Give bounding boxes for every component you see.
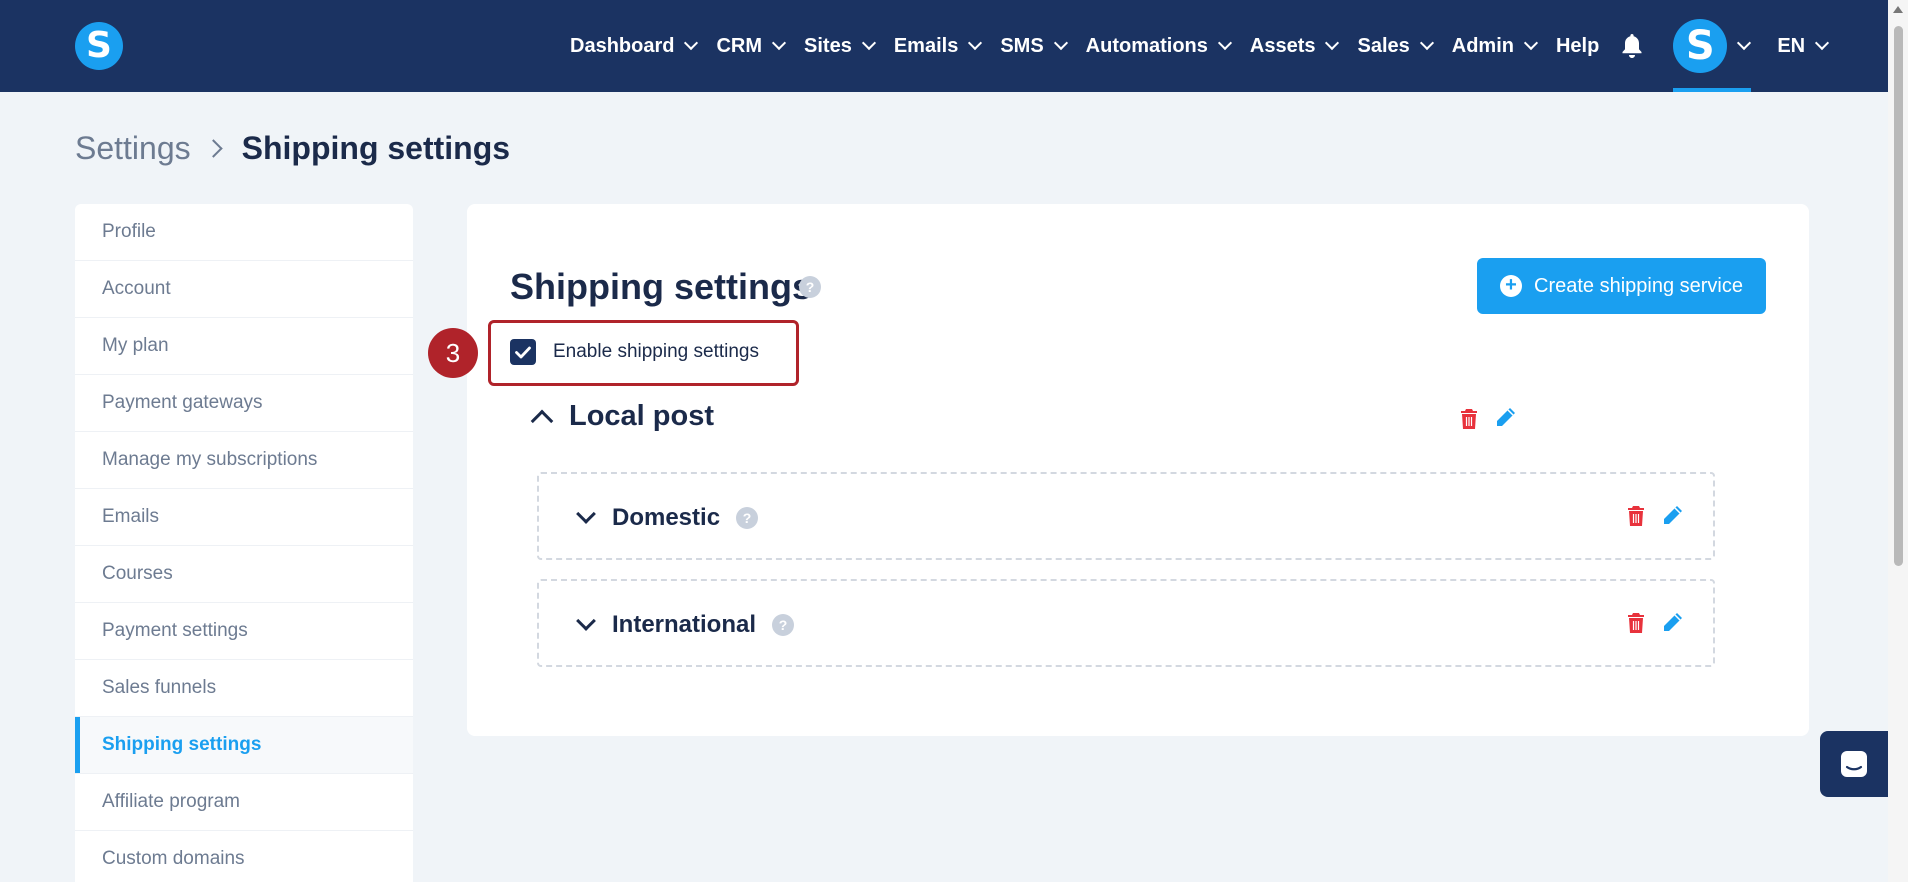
sidebar-item-shipping-settings[interactable]: Shipping settings: [75, 717, 413, 774]
active-indicator: [1673, 88, 1752, 92]
nav-help-label: Help: [1555, 34, 1600, 57]
zone-card-international: International ?: [537, 579, 1715, 667]
breadcrumb: Settings Shipping settings: [75, 130, 510, 167]
chevron-down-icon: [1523, 35, 1539, 51]
nav-admin[interactable]: Admin: [1451, 34, 1539, 58]
page-title: Shipping settings: [241, 130, 511, 166]
pencil-icon[interactable]: [1659, 501, 1687, 529]
bell-icon[interactable]: [1619, 31, 1645, 61]
zone-card-domestic: Domestic ?: [537, 472, 1715, 560]
sidebar-item-custom-domains[interactable]: Custom domains: [75, 831, 413, 882]
zone-header-international[interactable]: International ?: [576, 581, 795, 669]
shipping-group-name: Local post: [569, 400, 715, 432]
plus-circle-icon: +: [1500, 275, 1522, 297]
nav-sites-label: Sites: [804, 34, 852, 57]
nav-dashboard-label: Dashboard: [570, 34, 675, 57]
sidebar-item-my-plan[interactable]: My plan: [75, 318, 413, 375]
nav-assets[interactable]: Assets: [1249, 34, 1340, 58]
nav-sales-label: Sales: [1357, 34, 1410, 57]
nav-admin-label: Admin: [1451, 34, 1514, 57]
breadcrumb-parent[interactable]: Settings: [75, 130, 191, 167]
sidebar-item-account[interactable]: Account: [75, 261, 413, 318]
nav-emails-label: Emails: [893, 34, 959, 57]
chevron-down-icon: [576, 611, 596, 631]
chevron-right-icon: [203, 139, 223, 158]
trash-icon[interactable]: [1455, 405, 1483, 433]
help-icon[interactable]: ?: [772, 614, 795, 636]
avatar: S: [1673, 19, 1728, 73]
chevron-down-icon: [1217, 35, 1232, 51]
create-shipping-service-button[interactable]: + Create shipping service: [1477, 258, 1766, 314]
chat-widget-button[interactable]: [1820, 731, 1888, 797]
chevron-down-icon: [861, 35, 876, 51]
zone-name-domestic: Domestic: [612, 504, 721, 531]
shipping-group-header[interactable]: Local post: [530, 400, 715, 433]
nav-help[interactable]: Help: [1556, 35, 1599, 58]
settings-sidebar: Profile Account My plan Payment gateways…: [75, 204, 413, 882]
sidebar-item-sales-funnels[interactable]: Sales funnels: [75, 660, 413, 717]
nav-automations[interactable]: Automations: [1085, 34, 1232, 58]
help-icon[interactable]: ?: [736, 507, 759, 529]
step-highlight-outline: [488, 320, 799, 386]
zone-header-domestic[interactable]: Domestic ?: [576, 474, 759, 562]
nav-dashboard[interactable]: Dashboard: [570, 34, 699, 58]
sidebar-item-emails[interactable]: Emails: [75, 489, 413, 546]
nav-automations-label: Automations: [1085, 34, 1208, 57]
trash-icon[interactable]: [1622, 502, 1650, 530]
pencil-icon[interactable]: [1492, 403, 1520, 431]
scroll-up-arrow-icon[interactable]: [1893, 6, 1903, 13]
zone-name-international: International: [612, 611, 757, 638]
chevron-down-icon: [771, 35, 787, 51]
main-nav: Dashboard CRM Sites Emails SMS Automatio…: [570, 0, 1847, 92]
sidebar-item-affiliate-program[interactable]: Affiliate program: [75, 774, 413, 831]
user-menu[interactable]: S: [1673, 0, 1752, 92]
chat-icon: [1841, 751, 1867, 777]
chevron-down-icon: [968, 35, 983, 51]
chevron-down-icon: [1419, 35, 1434, 51]
nav-sites[interactable]: Sites: [804, 34, 876, 58]
create-shipping-service-label: Create shipping service: [1534, 274, 1743, 297]
chevron-up-icon: [530, 409, 554, 432]
card-title: Shipping settings: [510, 266, 812, 307]
chevron-down-icon: [1325, 35, 1340, 51]
pencil-icon[interactable]: [1659, 608, 1687, 636]
scrollbar-thumb[interactable]: [1894, 26, 1903, 566]
sidebar-item-payment-settings[interactable]: Payment settings: [75, 603, 413, 660]
chevron-down-icon: [1815, 35, 1830, 51]
nav-crm-label: CRM: [716, 34, 763, 57]
chevron-down-icon: [684, 35, 699, 51]
top-navbar: S Dashboard CRM Sites Emails SMS Automat…: [0, 0, 1888, 92]
language-label: EN: [1777, 34, 1806, 57]
trash-icon[interactable]: [1622, 609, 1650, 637]
chevron-down-icon: [1053, 35, 1068, 51]
nav-sales[interactable]: Sales: [1357, 34, 1434, 58]
nav-emails[interactable]: Emails: [893, 34, 983, 58]
nav-crm[interactable]: CRM: [716, 34, 787, 58]
language-selector[interactable]: EN: [1777, 34, 1830, 58]
help-icon[interactable]: ?: [799, 276, 821, 298]
app-logo[interactable]: S: [75, 22, 123, 70]
sidebar-item-courses[interactable]: Courses: [75, 546, 413, 603]
chevron-down-icon: [576, 504, 596, 524]
sidebar-item-payment-gateways[interactable]: Payment gateways: [75, 375, 413, 432]
nav-assets-label: Assets: [1249, 34, 1316, 57]
chevron-down-icon: [1737, 35, 1752, 51]
nav-sms-label: SMS: [1000, 34, 1044, 57]
shipping-settings-card: Shipping settings ? + Create shipping se…: [467, 204, 1809, 736]
sidebar-item-profile[interactable]: Profile: [75, 204, 413, 261]
sidebar-item-manage-subscriptions[interactable]: Manage my subscriptions: [75, 432, 413, 489]
page-scrollbar[interactable]: [1888, 0, 1908, 882]
step-number-badge: 3: [428, 328, 478, 378]
nav-sms[interactable]: SMS: [1000, 34, 1068, 58]
